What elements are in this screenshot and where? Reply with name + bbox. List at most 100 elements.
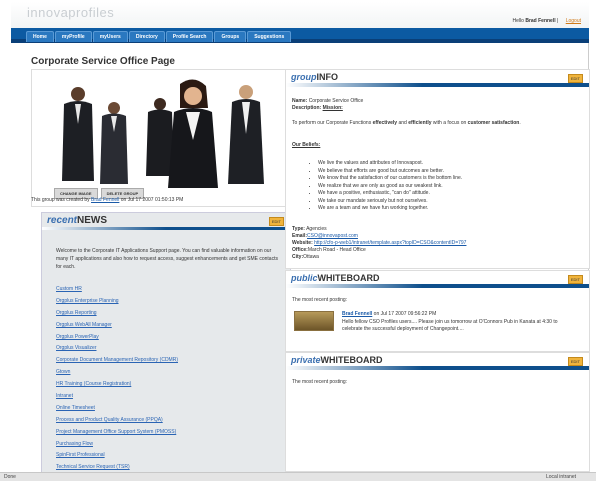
group-info-edit-button[interactable]: EDIT [567, 74, 583, 83]
news-link[interactable]: Custom HR [56, 284, 178, 296]
mission-label: Mission: [322, 105, 343, 111]
office-value: March Road - Head Office [307, 247, 366, 253]
mission-b3: customer satisfaction [467, 120, 520, 126]
office-line: Office:March Road - Head Office [292, 247, 366, 254]
group-info-title: groupINFO [291, 72, 338, 82]
public-whiteboard-header: publicWHITEBOARD EDIT [286, 271, 589, 288]
news-link[interactable]: Intranet [56, 391, 178, 403]
private-whiteboard-panel: privateWHITEBOARD EDIT The most recent p… [285, 352, 590, 472]
name-label: Name: [292, 98, 308, 104]
browser-page: innovaprofiles Hello Brad Fennell | Logo… [11, 2, 590, 474]
beliefs-list: We live the values and attributes of Inn… [312, 160, 462, 213]
header-stripe [286, 284, 589, 288]
recent-news-title-a: recent [47, 215, 78, 226]
private-whiteboard-title: privateWHITEBOARD [291, 355, 383, 365]
news-link[interactable]: HR Training (Course Registration) [56, 379, 178, 391]
email-label: Email: [292, 233, 308, 239]
city-label: City: [292, 254, 304, 260]
news-link[interactable]: Project Management Office Support System… [56, 427, 178, 439]
belief-item: We know that the satisfaction of our cus… [318, 175, 462, 183]
news-link[interactable]: SpinFirst Professional [56, 450, 178, 462]
public-title-b: WHITEBOARD [317, 273, 380, 283]
nav-myprofile[interactable]: myProfile [54, 31, 92, 42]
belief-item: We have a positive, enthusiastic, "can d… [318, 190, 462, 198]
main-nav: Home myProfile myUsers Directory Profile… [11, 28, 589, 43]
recent-news-header: recentNEWS EDIT [42, 213, 290, 230]
belief-item: We take our mandate seriously but not ou… [318, 198, 462, 206]
header: innovaprofiles Hello Brad Fennell | Logo… [11, 2, 589, 28]
logout-link[interactable]: Logout [566, 18, 581, 24]
news-link[interactable]: Orgplus PowerPlay [56, 332, 178, 344]
user-name: Brad Fennell [525, 18, 556, 24]
mission-b2: efficiently [408, 120, 432, 126]
website-label: Website: [292, 240, 313, 246]
type-label: Type: [292, 226, 305, 232]
city-value: Ottawa [303, 254, 319, 260]
header-stripe [42, 227, 290, 230]
created-prefix: This group was created by [31, 197, 92, 203]
city-line: City:Ottawa [292, 254, 319, 261]
recent-news-panel: recentNEWS EDIT Welcome to the Corporate… [41, 212, 291, 474]
news-link[interactable]: Corporate Document Management Repository… [56, 355, 178, 367]
group-photo-panel: CHANGE IMAGE DELETE GROUP [31, 69, 286, 207]
private-recent-label: The most recent posting: [292, 379, 348, 385]
post-date: on Jul 17 2007 09:56:22 PM [372, 311, 437, 317]
type-value: Agencies [306, 226, 327, 232]
news-links: Custom HR Orgplus Enterprise Planning Or… [56, 284, 178, 474]
belief-item: We realize that we are only as good as o… [318, 183, 462, 191]
mission-end: . [519, 120, 521, 126]
post-body: Hello fellow CSO Profiles users.... Plea… [342, 319, 558, 332]
group-info-panel: groupINFO EDIT Name: Corporate Service O… [285, 69, 590, 269]
group-name-line: Name: Corporate Service Office [292, 98, 363, 105]
group-photo [52, 76, 274, 188]
post-author-link[interactable]: Brad Fennell [342, 311, 372, 317]
hello-prefix: Hello [512, 18, 526, 24]
header-stripe [286, 366, 589, 370]
nav-suggestions[interactable]: Suggestions [247, 31, 292, 42]
news-link[interactable]: Process and Product Quality Assurance (P… [56, 415, 178, 427]
private-title-a: private [291, 355, 321, 365]
news-link[interactable]: Online Timesheet [56, 403, 178, 415]
page-title: Corporate Service Office Page [31, 56, 175, 67]
news-link[interactable]: Orgplus Enterprise Planning [56, 296, 178, 308]
news-link[interactable]: Gtown [56, 367, 178, 379]
mission-mid: and [397, 120, 409, 126]
creator-link[interactable]: Brad Fennell [91, 197, 119, 203]
nav-home[interactable]: Home [26, 31, 54, 42]
header-stripe [286, 83, 589, 87]
post-author-photo [294, 311, 334, 331]
belief-item: We believe that efforts are good but out… [318, 168, 462, 176]
news-link[interactable]: Orgplus WebAll Manager [56, 320, 178, 332]
nav-profile-search[interactable]: Profile Search [165, 31, 214, 42]
status-text: Done [4, 474, 16, 480]
news-intro: Welcome to the Corporate IT Applications… [56, 248, 278, 270]
news-edit-button[interactable]: EDIT [268, 217, 284, 226]
news-link[interactable]: Purchasing Flow [56, 439, 178, 451]
browser-status-bar: Done Local intranet [0, 472, 596, 481]
news-link[interactable]: Orgplus Visualizer [56, 343, 178, 355]
mission-b1: effectively [372, 120, 398, 126]
news-link[interactable]: Orgplus Reporting [56, 308, 178, 320]
private-title-b: WHITEBOARD [320, 355, 383, 365]
created-suffix: on Jul 17 2007 01:50:13 PM [119, 197, 184, 203]
public-title-a: public [291, 273, 318, 283]
private-whiteboard-edit-button[interactable]: EDIT [567, 357, 583, 366]
nav-myusers[interactable]: myUsers [92, 31, 128, 42]
post-meta: Brad Fennell on Jul 17 2007 09:56:22 PM [342, 311, 436, 317]
beliefs-label: Our Beliefs: [292, 142, 321, 148]
nav-groups[interactable]: Groups [214, 31, 247, 42]
beliefs-heading: Our Beliefs: [292, 142, 320, 149]
recent-news-title-b: NEWS [77, 215, 108, 226]
website-link[interactable]: http://cfo-p-web1/intranet/template.aspx… [314, 240, 466, 246]
public-whiteboard-edit-button[interactable]: EDIT [567, 275, 583, 284]
nav-directory[interactable]: Directory [128, 31, 165, 42]
public-recent-label: The most recent posting: [292, 297, 348, 303]
email-link[interactable]: CSO@innovapost.com [307, 233, 358, 239]
public-whiteboard-title: publicWHITEBOARD [291, 273, 380, 283]
app-logo[interactable]: innovaprofiles [27, 5, 114, 20]
type-line: Type: Agencies [292, 226, 327, 233]
group-info-title-b: INFO [316, 72, 339, 82]
group-info-header: groupINFO EDIT [286, 70, 589, 87]
description-label: Description: [292, 105, 322, 111]
belief-item: We are a team and we have fun working to… [318, 205, 462, 213]
